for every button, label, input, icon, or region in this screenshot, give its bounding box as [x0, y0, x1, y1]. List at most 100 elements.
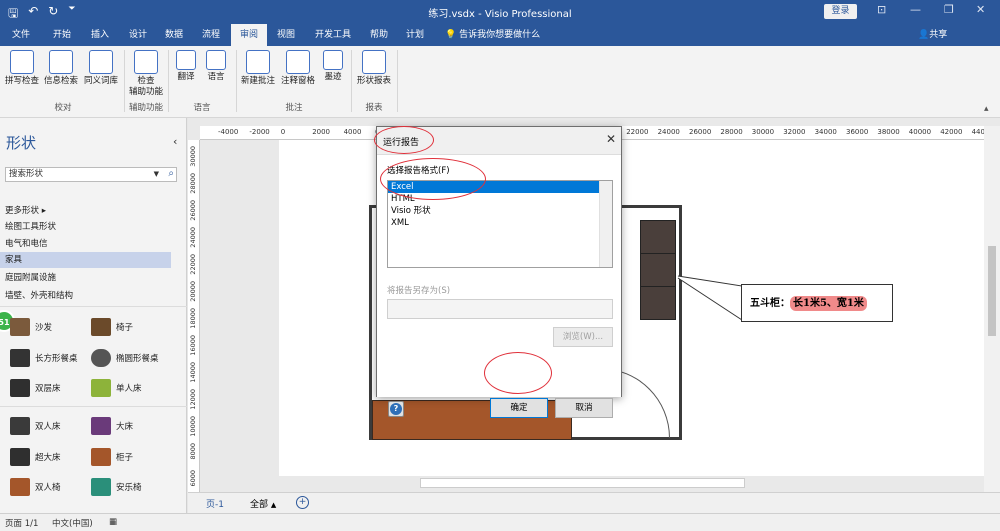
ruler-tick-label: 20000 [189, 281, 197, 302]
bunk-bed-icon [10, 379, 30, 397]
ok-button[interactable]: 确定 [490, 398, 548, 418]
shape-chair[interactable]: 椅子 [91, 318, 133, 336]
tab-process[interactable]: 流程 [193, 24, 229, 46]
shape-single-bed[interactable]: 单人床 [91, 379, 142, 397]
tab-file[interactable]: 文件 [4, 24, 38, 46]
login-button[interactable]: 登录 [824, 4, 857, 19]
thesaurus-button[interactable]: 同义词库 [82, 50, 120, 87]
vertical-scrollbar[interactable] [984, 126, 1000, 498]
new-comment-button[interactable]: 新建批注 [239, 50, 277, 87]
chevron-down-icon[interactable]: ▼ [154, 168, 159, 181]
shape-sofa[interactable]: 沙发 [10, 318, 52, 336]
all-pages-button[interactable]: 全部 ▲ [250, 497, 276, 510]
ribbon-separator [351, 50, 352, 112]
shape-queen-bed[interactable]: 大床 [91, 417, 133, 435]
callout-pointer [677, 275, 743, 321]
stencil-drawing-tools[interactable]: 绘图工具形状 [5, 220, 56, 232]
tab-view[interactable]: 视图 [268, 24, 304, 46]
status-bar: 页面 1/1 中文(中国) ▦ [0, 513, 1000, 531]
cancel-button[interactable]: 取消 [555, 398, 613, 418]
ink-button[interactable]: 墨迹 [319, 50, 347, 83]
shape-oval-table[interactable]: 椭圆形餐桌 [91, 349, 159, 367]
shape-reports-button[interactable]: 形状报表 [355, 50, 393, 87]
shape-king-bed[interactable]: 超大床 [10, 448, 61, 466]
list-scrollbar[interactable] [599, 181, 612, 267]
save-as-field[interactable] [387, 299, 613, 319]
ribbon-separator [168, 50, 169, 112]
page-info[interactable]: 页面 1/1 [5, 517, 38, 529]
spelling-button[interactable]: 拼写检查 [4, 50, 40, 87]
tab-help[interactable]: 帮助 [362, 24, 396, 46]
translate-icon [176, 50, 196, 70]
ruler-tick-label: 42000 [940, 128, 963, 136]
close-icon[interactable]: ✕ [976, 3, 985, 16]
ruler-tick-label: 10000 [189, 416, 197, 437]
collapse-ribbon-icon[interactable]: ▴ [984, 104, 989, 114]
callout-highlight: 长1米5、宽1米 [790, 296, 867, 311]
chest-of-drawers-shape[interactable] [640, 220, 676, 320]
macro-record-icon[interactable]: ▦ [109, 517, 117, 527]
collapse-panel-icon[interactable]: ‹ [173, 135, 177, 148]
person-icon: 👤 [918, 30, 930, 40]
search-icon[interactable]: ⌕ [168, 167, 174, 180]
research-icon [49, 50, 73, 74]
callout-box[interactable]: 五斗柜： 长1米5、宽1米 [741, 284, 893, 322]
search-shapes-input[interactable]: 搜索形状 ▼ ⌕ [5, 167, 177, 182]
triangle-up-icon: ▲ [270, 501, 277, 509]
format-option-xml[interactable]: XML [388, 217, 599, 229]
ribbon-display-options-icon[interactable]: ⊡ [877, 3, 886, 16]
title-bar: 🖫 ↶ ↻ ⏷ 练习.vsdx - Visio Professional 登录 … [0, 0, 1000, 24]
tab-plan[interactable]: 计划 [398, 24, 432, 46]
ruler-tick-label: 32000 [783, 128, 806, 136]
share-button[interactable]: 👤共享 [918, 24, 947, 46]
ruler-tick-label: 6000 [189, 470, 197, 487]
pen-icon [323, 50, 343, 70]
tab-home[interactable]: 开始 [44, 24, 80, 46]
language-status[interactable]: 中文(中国) [52, 517, 93, 529]
shape-double-bed[interactable]: 双人床 [10, 417, 61, 435]
close-icon[interactable]: ✕ [606, 132, 616, 146]
minimize-icon[interactable]: — [910, 3, 921, 16]
maximize-icon[interactable]: ❐ [944, 3, 954, 16]
ruler-tick-label: -2000 [249, 128, 270, 136]
translate-button[interactable]: 翻译 [172, 50, 200, 83]
language-button[interactable]: 语言 [202, 50, 230, 83]
comments-pane-button[interactable]: 注释窗格 [279, 50, 317, 87]
stencil-garden[interactable]: 庭园附属设施 [5, 271, 56, 283]
add-page-button[interactable]: + [296, 496, 309, 509]
single-bed-icon [91, 379, 111, 397]
shape-cabinet[interactable]: 柜子 [91, 448, 133, 466]
ruler-tick-label: 4000 [343, 128, 362, 136]
more-shapes-link[interactable]: 更多形状 ▸ [5, 204, 46, 216]
help-button[interactable]: ? [388, 401, 404, 417]
check-accessibility-button[interactable]: 检查 辅助功能 [126, 50, 166, 98]
ruler-tick-label: 18000 [189, 308, 197, 329]
horizontal-scrollbar[interactable] [420, 478, 745, 488]
queen-bed-icon [91, 417, 111, 435]
page-tab-1[interactable]: 页-1 [206, 497, 224, 510]
ruler-tick-label: 30000 [189, 146, 197, 167]
tab-developer[interactable]: 开发工具 [308, 24, 358, 46]
ruler-tick-label: 14000 [189, 362, 197, 383]
ruler-tick-label: 22000 [626, 128, 649, 136]
ribbon-tabs: 文件 开始 插入 设计 数据 流程 审阅 视图 开发工具 帮助 计划 💡 告诉我… [0, 24, 1000, 46]
tab-data[interactable]: 数据 [156, 24, 192, 46]
stencil-electrical[interactable]: 电气和电信 [5, 237, 48, 249]
shape-rect-table[interactable]: 长方形餐桌 [10, 349, 78, 367]
tab-insert[interactable]: 插入 [82, 24, 118, 46]
shape-loveseat[interactable]: 双人椅 [10, 478, 61, 496]
research-button[interactable]: 信息检索 [42, 50, 80, 87]
tab-design[interactable]: 设计 [120, 24, 156, 46]
stencil-furniture[interactable]: 家具 [0, 252, 171, 268]
ruler-tick-label: 26000 [689, 128, 712, 136]
stencil-walls[interactable]: 墙壁、外壳和结构 [5, 289, 73, 301]
tell-me-search[interactable]: 💡 告诉我你想要做什么 [445, 24, 540, 46]
scroll-thumb[interactable] [988, 246, 996, 336]
shape-bunk-bed[interactable]: 双层床 [10, 379, 61, 397]
format-option-visio-shape[interactable]: Visio 形状 [388, 205, 599, 217]
tab-review[interactable]: 审阅 [231, 24, 267, 46]
shape-recliner[interactable]: 安乐椅 [91, 478, 142, 496]
double-bed-icon [10, 417, 30, 435]
browse-button[interactable]: 浏览(W)... [553, 327, 613, 347]
comments-pane-icon [286, 50, 310, 74]
